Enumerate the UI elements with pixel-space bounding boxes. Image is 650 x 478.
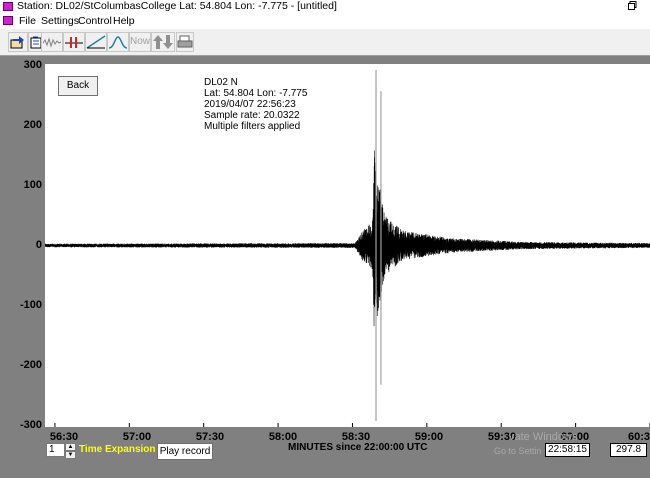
time-expansion-label: Time Expansion	[79, 444, 156, 455]
now-button[interactable]: Now	[129, 32, 151, 52]
x-axis-title: MINUTES since 22:00:00 UTC	[288, 442, 428, 453]
filters-label: Multiple filters applied	[204, 121, 301, 132]
x-tick-label: 56:30	[49, 431, 79, 443]
y-tick-label: 0	[35, 239, 42, 251]
coordinates-label: Lat: 54.804 Lon: -7.775	[204, 88, 308, 99]
sample-rate-label: Sample rate: 20.0322	[204, 110, 300, 121]
waveform-view-button[interactable]	[41, 32, 63, 52]
y-tick-label: -300	[19, 419, 42, 431]
seismogram-plot[interactable]	[44, 64, 650, 427]
printer-icon	[177, 35, 193, 48]
time-expansion-input[interactable]: 1	[46, 443, 65, 457]
y-tick-label: 100	[23, 179, 42, 191]
up-down-arrows-icon	[153, 35, 173, 49]
response-button[interactable]	[85, 32, 107, 52]
spin-up-button[interactable]: ▲	[65, 443, 76, 451]
activation-watermark-sub: Go to Settings to activate Windows.	[494, 446, 542, 456]
cursor-time-field: 22:58:15	[545, 443, 590, 457]
menu-control[interactable]: Control	[78, 14, 112, 28]
open-file-icon	[10, 36, 24, 49]
play-record-button[interactable]: Play record	[157, 443, 213, 460]
restore-icon[interactable]	[628, 1, 637, 10]
menu-settings[interactable]: Settings	[41, 14, 79, 28]
menu-file[interactable]: File	[19, 14, 36, 28]
y-tick-label: -100	[19, 299, 42, 311]
activation-watermark: vate Windows	[509, 431, 578, 443]
y-tick-label: 200	[23, 119, 42, 131]
filter-icon	[65, 37, 83, 48]
datetime-label: 2019/04/07 22:56:23	[204, 99, 296, 110]
title-bar: Station: DL02/StColumbasCollege Lat: 54.…	[0, 0, 650, 13]
window-title: Station: DL02/StColumbasCollege Lat: 54.…	[17, 0, 337, 12]
toolbar: Now	[0, 29, 650, 56]
cursor-value-field: 297.8	[610, 443, 647, 457]
back-button[interactable]: Back	[58, 76, 98, 96]
seismogram-chart	[44, 70, 650, 427]
x-tick-label: 57:00	[122, 431, 152, 443]
spectrum-button[interactable]	[107, 32, 129, 52]
menu-help[interactable]: Help	[113, 14, 135, 28]
app-icon	[3, 2, 13, 11]
waveform-icon	[42, 37, 62, 48]
filter-button[interactable]	[63, 32, 85, 52]
station-label: DL02 N	[204, 77, 238, 88]
x-tick-label: 60:3	[628, 431, 650, 443]
ramp-icon	[86, 35, 106, 49]
menu-bar: File Settings Control Help	[0, 13, 650, 29]
spin-down-button[interactable]: ▼	[65, 451, 76, 459]
print-button[interactable]	[176, 32, 194, 52]
seismogram-trace	[44, 150, 650, 327]
x-tick-label: 57:30	[195, 431, 225, 443]
document-icon[interactable]	[3, 16, 13, 25]
y-tick-label: 300	[23, 59, 42, 71]
y-tick-label: -200	[19, 359, 42, 371]
open-file-button[interactable]	[8, 32, 28, 52]
scale-button[interactable]	[151, 32, 175, 52]
bell-curve-icon	[108, 36, 128, 49]
